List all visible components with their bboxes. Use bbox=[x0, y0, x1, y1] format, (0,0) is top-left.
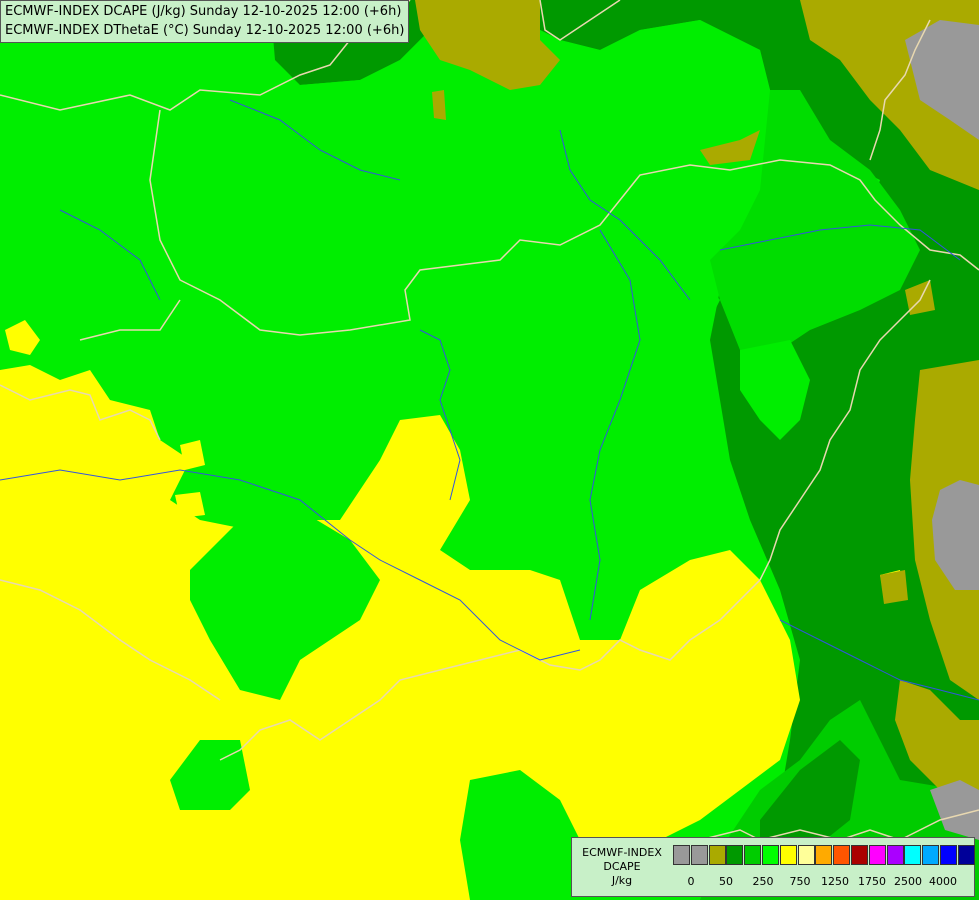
legend-swatch bbox=[673, 845, 690, 865]
title-line-dcape: ECMWF-INDEX DCAPE (J/kg) Sunday 12-10-20… bbox=[5, 4, 402, 19]
legend-swatch bbox=[904, 845, 922, 865]
map-title-box: ECMWF-INDEX DCAPE (J/kg) Sunday 12-10-20… bbox=[0, 0, 410, 43]
legend-title-line: DCAPE bbox=[603, 860, 641, 873]
color-legend: ECMWF-INDEX DCAPE J/kg 0 50 250 750 1250… bbox=[571, 837, 975, 897]
legend-tick: 2500 bbox=[894, 875, 922, 888]
legend-swatch bbox=[744, 845, 762, 865]
legend-tick: 4000 bbox=[929, 875, 957, 888]
legend-swatch bbox=[922, 845, 940, 865]
legend-swatch bbox=[797, 845, 815, 865]
legend-tick: 0 bbox=[687, 875, 695, 888]
legend-tick: 50 bbox=[719, 875, 733, 888]
legend-swatch bbox=[851, 845, 868, 865]
legend-tick: 750 bbox=[789, 875, 811, 888]
legend-swatch bbox=[940, 845, 957, 865]
legend-tick: 1750 bbox=[858, 875, 886, 888]
legend-title-line: J/kg bbox=[611, 874, 633, 887]
legend-swatch bbox=[815, 845, 833, 865]
olive-spot-east-2 bbox=[880, 570, 908, 604]
legend-tick: 1250 bbox=[821, 875, 849, 888]
title-line-dthetae: ECMWF-INDEX DThetaE (°C) Sunday 12-10-20… bbox=[5, 23, 405, 38]
legend-swatch bbox=[957, 845, 975, 865]
legend-swatch bbox=[868, 845, 886, 865]
legend-title: ECMWF-INDEX DCAPE J/kg bbox=[574, 846, 670, 888]
legend-swatch bbox=[886, 845, 904, 865]
legend-swatch bbox=[779, 845, 797, 865]
legend-swatch bbox=[708, 845, 726, 865]
legend-tick: 250 bbox=[752, 875, 774, 888]
yellow-spot-3 bbox=[175, 492, 205, 518]
legend-title-line: ECMWF-INDEX bbox=[582, 846, 662, 859]
legend-swatch bbox=[762, 845, 779, 865]
dcape-map bbox=[0, 0, 979, 900]
legend-swatch bbox=[726, 845, 744, 865]
legend-swatch bbox=[833, 845, 851, 865]
olive-spot-north bbox=[432, 90, 446, 120]
legend-swatch bbox=[690, 845, 708, 865]
